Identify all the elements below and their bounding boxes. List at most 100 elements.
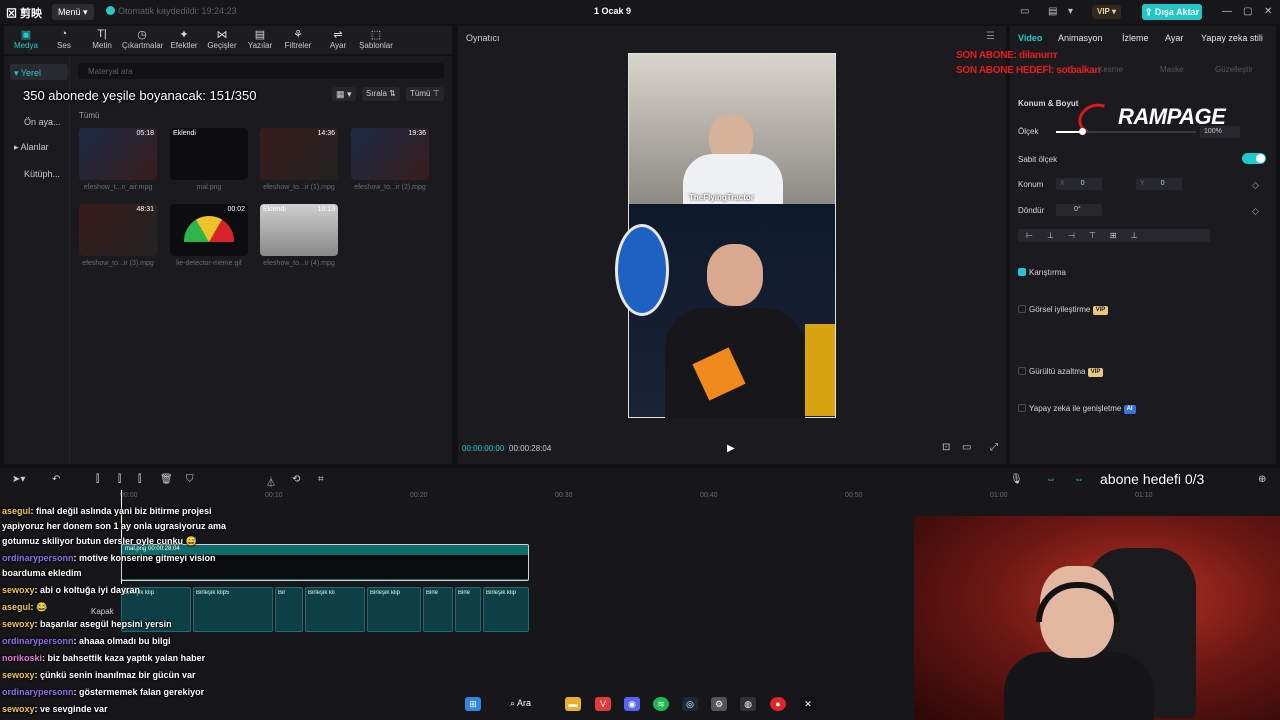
- discord-icon[interactable]: ◉: [624, 697, 640, 711]
- delete-icon[interactable]: 🗑: [160, 474, 173, 485]
- sidebar-item-alanlar[interactable]: ▸ Alanlar: [14, 142, 49, 153]
- media-thumbnail[interactable]: 14:36: [260, 128, 338, 180]
- cursor-icon[interactable]: ➤▾: [12, 474, 25, 485]
- layout-icon[interactable]: ▭: [1020, 6, 1029, 17]
- shield-icon[interactable]: ⛉: [186, 474, 194, 485]
- split-right-icon[interactable]: ⫿: [138, 474, 141, 485]
- chevron-down-icon[interactable]: ▾: [1068, 6, 1073, 17]
- compound-clip[interactable]: Birleşik klip5: [193, 587, 273, 632]
- compound-clip[interactable]: Bir: [275, 587, 303, 632]
- play-icon[interactable]: ▶: [727, 443, 735, 454]
- settings-icon[interactable]: ⚙: [711, 697, 727, 711]
- scale-input[interactable]: 100%: [1200, 126, 1240, 138]
- mirror-icon[interactable]: ⏃: [266, 474, 276, 489]
- tool-geçişler[interactable]: ⋈ Geçişler: [202, 28, 242, 50]
- tab-tracking[interactable]: İzleme: [1122, 33, 1149, 43]
- media-thumbnail[interactable]: 00:02: [170, 204, 248, 256]
- blend-checkbox[interactable]: [1018, 268, 1026, 276]
- sidebar-item-presets[interactable]: Ön aya...: [24, 117, 61, 127]
- media-search-input[interactable]: Materyal ara: [78, 63, 444, 79]
- tab-ai-style[interactable]: Yapay zeka stili: [1201, 33, 1263, 43]
- capcut-icon[interactable]: ✕: [800, 697, 816, 711]
- subtab-mask[interactable]: Maske: [1160, 65, 1184, 74]
- subtab-beautify[interactable]: Güzelleştir: [1215, 65, 1253, 74]
- grid-view-icon[interactable]: ▦ ▾: [332, 87, 356, 101]
- media-thumbnail[interactable]: 48:31: [79, 204, 157, 256]
- compound-clip[interactable]: Birleşik kli: [305, 587, 365, 632]
- magnet-icon[interactable]: ⇔: [1074, 474, 1084, 485]
- tool-icon: ◔: [60, 28, 68, 40]
- gauge-graphic: [184, 216, 234, 242]
- export-button[interactable]: ⇪ Dışa Aktar: [1142, 4, 1202, 20]
- keyframe-icon[interactable]: ◇: [1252, 180, 1259, 191]
- visual-enhance-checkbox[interactable]: [1018, 305, 1026, 313]
- compound-clip[interactable]: Birleşik klip: [483, 587, 529, 632]
- steam-icon[interactable]: ◎: [682, 697, 698, 711]
- tool-ses[interactable]: ◔ Ses: [44, 28, 84, 50]
- tab-adjust[interactable]: Ayar: [1165, 33, 1183, 43]
- crop-icon[interactable]: ⌗: [318, 474, 324, 485]
- y-label: Y: [1140, 180, 1145, 187]
- ai-expand-checkbox[interactable]: [1018, 404, 1026, 412]
- close-icon[interactable]: ✕: [1264, 6, 1272, 17]
- noise-reduction-checkbox[interactable]: [1018, 367, 1026, 375]
- split-left-icon[interactable]: ⫿: [118, 474, 121, 485]
- uniform-scale-toggle[interactable]: [1242, 153, 1266, 164]
- tool-filtreler[interactable]: ⚘ Filtreler: [278, 28, 318, 50]
- scale-slider[interactable]: [1056, 128, 1196, 135]
- video-preview[interactable]: TheFlyingTractor: [615, 53, 836, 418]
- ratio-icon[interactable]: ▭: [962, 442, 971, 453]
- menu-icon[interactable]: ☰: [986, 31, 995, 42]
- media-thumbnail[interactable]: Eklendi: [170, 128, 248, 180]
- rotate-icon[interactable]: ⟲: [292, 474, 300, 485]
- compound-clip[interactable]: Birleşik klip: [367, 587, 421, 632]
- media-thumbnail[interactable]: 19:36: [351, 128, 429, 180]
- app-icon[interactable]: ●: [770, 697, 786, 711]
- tool-ayar[interactable]: ⇌ Ayar: [318, 28, 358, 50]
- tool-yazılar[interactable]: ▤ Yazılar: [240, 28, 280, 50]
- rotate-input[interactable]: 0°: [1056, 204, 1102, 216]
- windows-start-icon[interactable]: ⊞: [465, 697, 481, 711]
- tool-çıkartmalar[interactable]: ◷ Çıkartmalar: [122, 28, 163, 50]
- tool-medya[interactable]: ▣ Medya: [6, 28, 46, 50]
- compound-clip[interactable]: Birle: [423, 587, 453, 632]
- ruler-tick: 00:40: [700, 492, 718, 499]
- undo-icon[interactable]: ↶: [52, 474, 60, 485]
- filter-button[interactable]: Tümü ⊤: [406, 87, 444, 101]
- scale-slider-handle[interactable]: [1079, 128, 1086, 135]
- media-thumbnail[interactable]: 05:18: [79, 128, 157, 180]
- media-thumbnail[interactable]: 10:13 Eklendi: [260, 204, 338, 256]
- browser-icon[interactable]: V: [595, 697, 611, 711]
- split-icon[interactable]: ⫿: [96, 474, 99, 485]
- microphone-icon[interactable]: 🎙: [1010, 474, 1023, 485]
- tab-animation[interactable]: Animasyon: [1058, 33, 1103, 43]
- tab-video[interactable]: Video: [1018, 33, 1042, 43]
- position-y-input[interactable]: Y0: [1136, 178, 1182, 190]
- tool-metin[interactable]: T| Metin: [82, 28, 122, 50]
- keyframe-icon[interactable]: ◇: [1252, 206, 1259, 217]
- cover-label[interactable]: Kapak: [91, 607, 114, 616]
- minimize-icon[interactable]: —: [1222, 6, 1232, 17]
- taskbar-search[interactable]: ⌕ Ara: [510, 698, 531, 709]
- tool-şablonlar[interactable]: ⬚ Şablonlar: [356, 28, 396, 50]
- sort-button[interactable]: Sırala ⇅: [362, 87, 400, 101]
- sidebar-item-library[interactable]: Kütüph...: [24, 169, 60, 179]
- subtab-crop[interactable]: Kesme: [1098, 65, 1123, 74]
- position-x-input[interactable]: X0: [1056, 178, 1102, 190]
- vip-badge[interactable]: VIP ▾: [1092, 5, 1121, 19]
- screenshot-icon[interactable]: ⊡: [942, 442, 950, 453]
- maximize-icon[interactable]: ▢: [1243, 6, 1252, 17]
- fullscreen-icon[interactable]: ⤢: [990, 442, 998, 453]
- tool-efektler[interactable]: ✦ Efektler: [164, 28, 204, 50]
- sidebar-item-yerel[interactable]: ▾ Yerel: [14, 68, 41, 79]
- menu-button[interactable]: Menü ▾: [52, 4, 94, 20]
- monitor-icon[interactable]: ▤: [1048, 6, 1057, 17]
- zoom-icon[interactable]: ⊕: [1258, 474, 1266, 485]
- align-buttons[interactable]: ⊢⊥⊣⊤⊞⊥: [1018, 229, 1210, 242]
- compound-clip[interactable]: Birle: [455, 587, 481, 632]
- spotify-icon[interactable]: ≋: [653, 697, 669, 711]
- folder-icon[interactable]: ▬: [565, 697, 581, 711]
- streamer-body: [1004, 652, 1154, 720]
- link-icon[interactable]: ⇔: [1046, 474, 1056, 485]
- obs-icon[interactable]: ◍: [740, 697, 756, 711]
